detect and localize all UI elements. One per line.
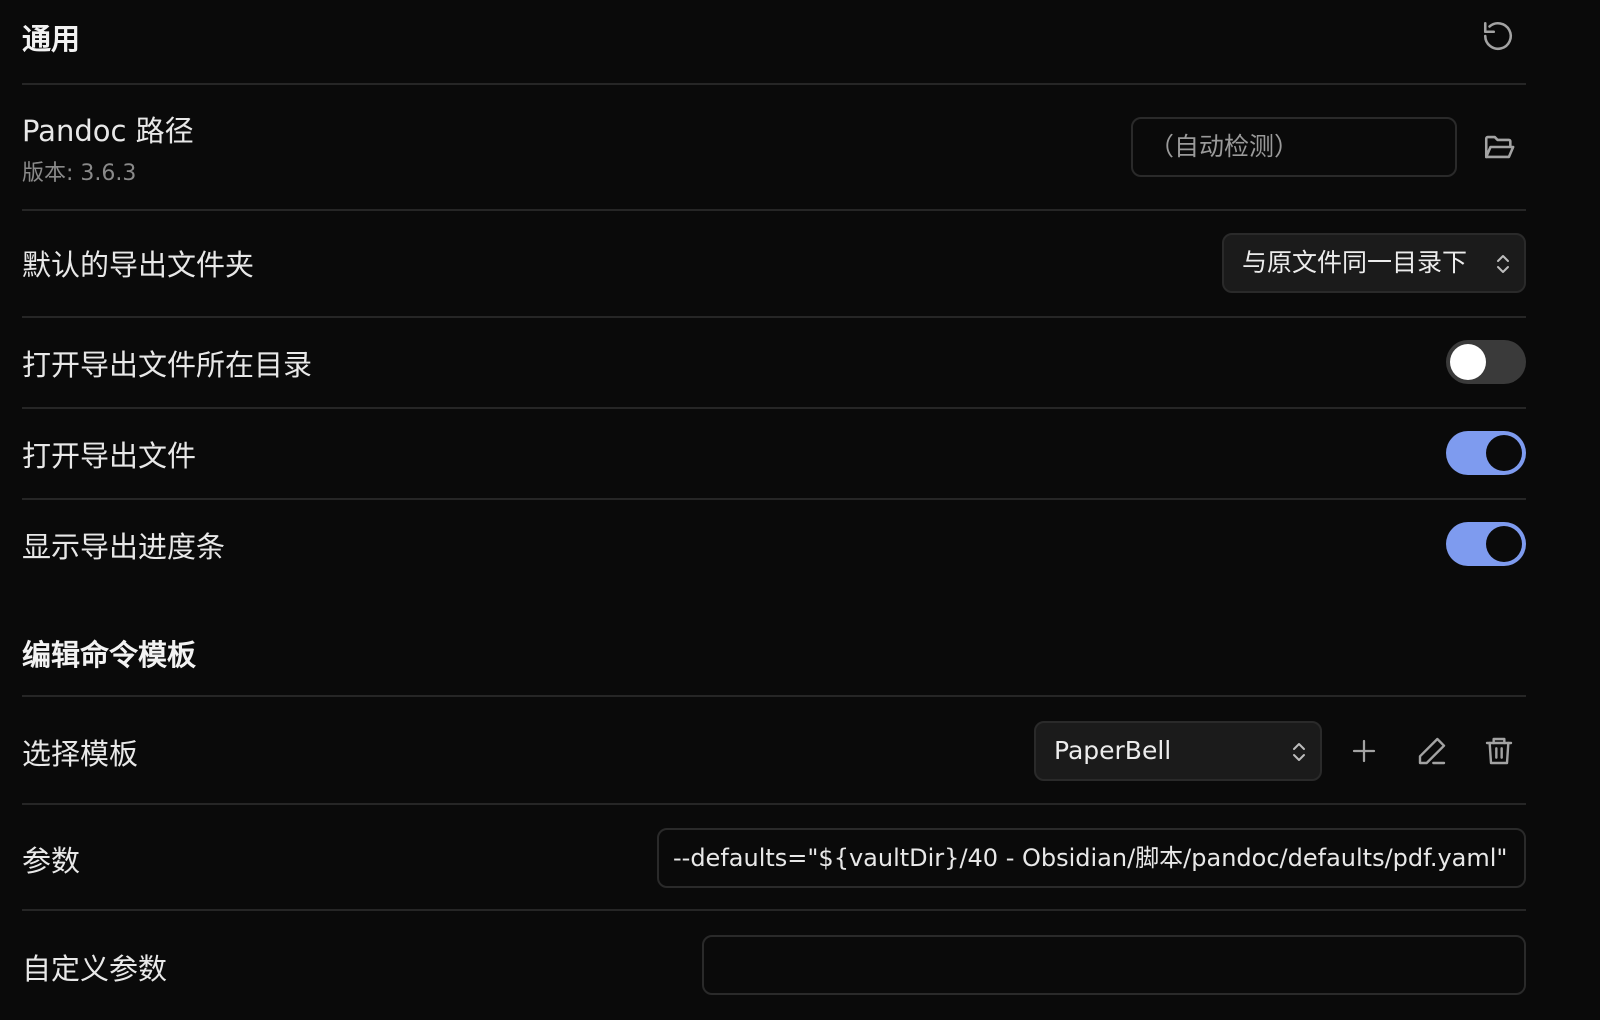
- toggle-knob: [1486, 435, 1522, 471]
- open-folder-label: 打开导出文件所在目录: [22, 348, 313, 382]
- pandoc-path-input[interactable]: （自动检测）: [1131, 117, 1457, 177]
- reset-icon[interactable]: [1476, 14, 1520, 58]
- template-dropdown[interactable]: PaperBell: [1034, 721, 1322, 781]
- custom-params-input[interactable]: [702, 935, 1526, 995]
- pandoc-version-text: 版本: 3.6.3: [22, 161, 137, 186]
- show-progress-toggle[interactable]: [1446, 522, 1526, 566]
- pencil-icon[interactable]: [1410, 729, 1454, 773]
- section-title-templates: 编辑命令模板: [22, 638, 197, 672]
- divider: [22, 803, 1526, 805]
- export-folder-dropdown[interactable]: 与原文件同一目录下: [1222, 233, 1526, 293]
- section-title-general: 通用: [22, 22, 81, 56]
- open-file-toggle[interactable]: [1446, 431, 1526, 475]
- toggle-knob: [1450, 344, 1486, 380]
- chevron-up-down-icon: [1497, 255, 1509, 273]
- pandoc-path-label: Pandoc 路径: [22, 114, 194, 148]
- template-selected: PaperBell: [1054, 736, 1172, 765]
- export-folder-selected: 与原文件同一目录下: [1242, 248, 1468, 277]
- chevron-up-down-icon: [1293, 743, 1305, 761]
- custom-params-label: 自定义参数: [22, 952, 168, 986]
- toggle-knob: [1486, 526, 1522, 562]
- select-template-label: 选择模板: [22, 737, 139, 771]
- divider: [22, 316, 1526, 318]
- params-input[interactable]: --defaults="${vaultDir}/40 - Obsidian/脚本…: [657, 828, 1526, 888]
- plus-icon[interactable]: [1342, 729, 1386, 773]
- divider: [22, 209, 1526, 211]
- folder-open-icon[interactable]: [1477, 125, 1521, 169]
- divider: [22, 83, 1526, 85]
- show-progress-label: 显示导出进度条: [22, 530, 226, 564]
- divider: [22, 695, 1526, 697]
- divider: [22, 909, 1526, 911]
- trash-icon[interactable]: [1477, 729, 1521, 773]
- export-folder-label: 默认的导出文件夹: [22, 248, 255, 282]
- params-label: 参数: [22, 844, 81, 878]
- open-folder-toggle[interactable]: [1446, 340, 1526, 384]
- open-file-label: 打开导出文件: [22, 439, 197, 473]
- settings-panel: 通用 Pandoc 路径 版本: 3.6.3 （自动检测） 默认的导出文件夹 与…: [0, 0, 1600, 1020]
- divider: [22, 498, 1526, 500]
- divider: [22, 407, 1526, 409]
